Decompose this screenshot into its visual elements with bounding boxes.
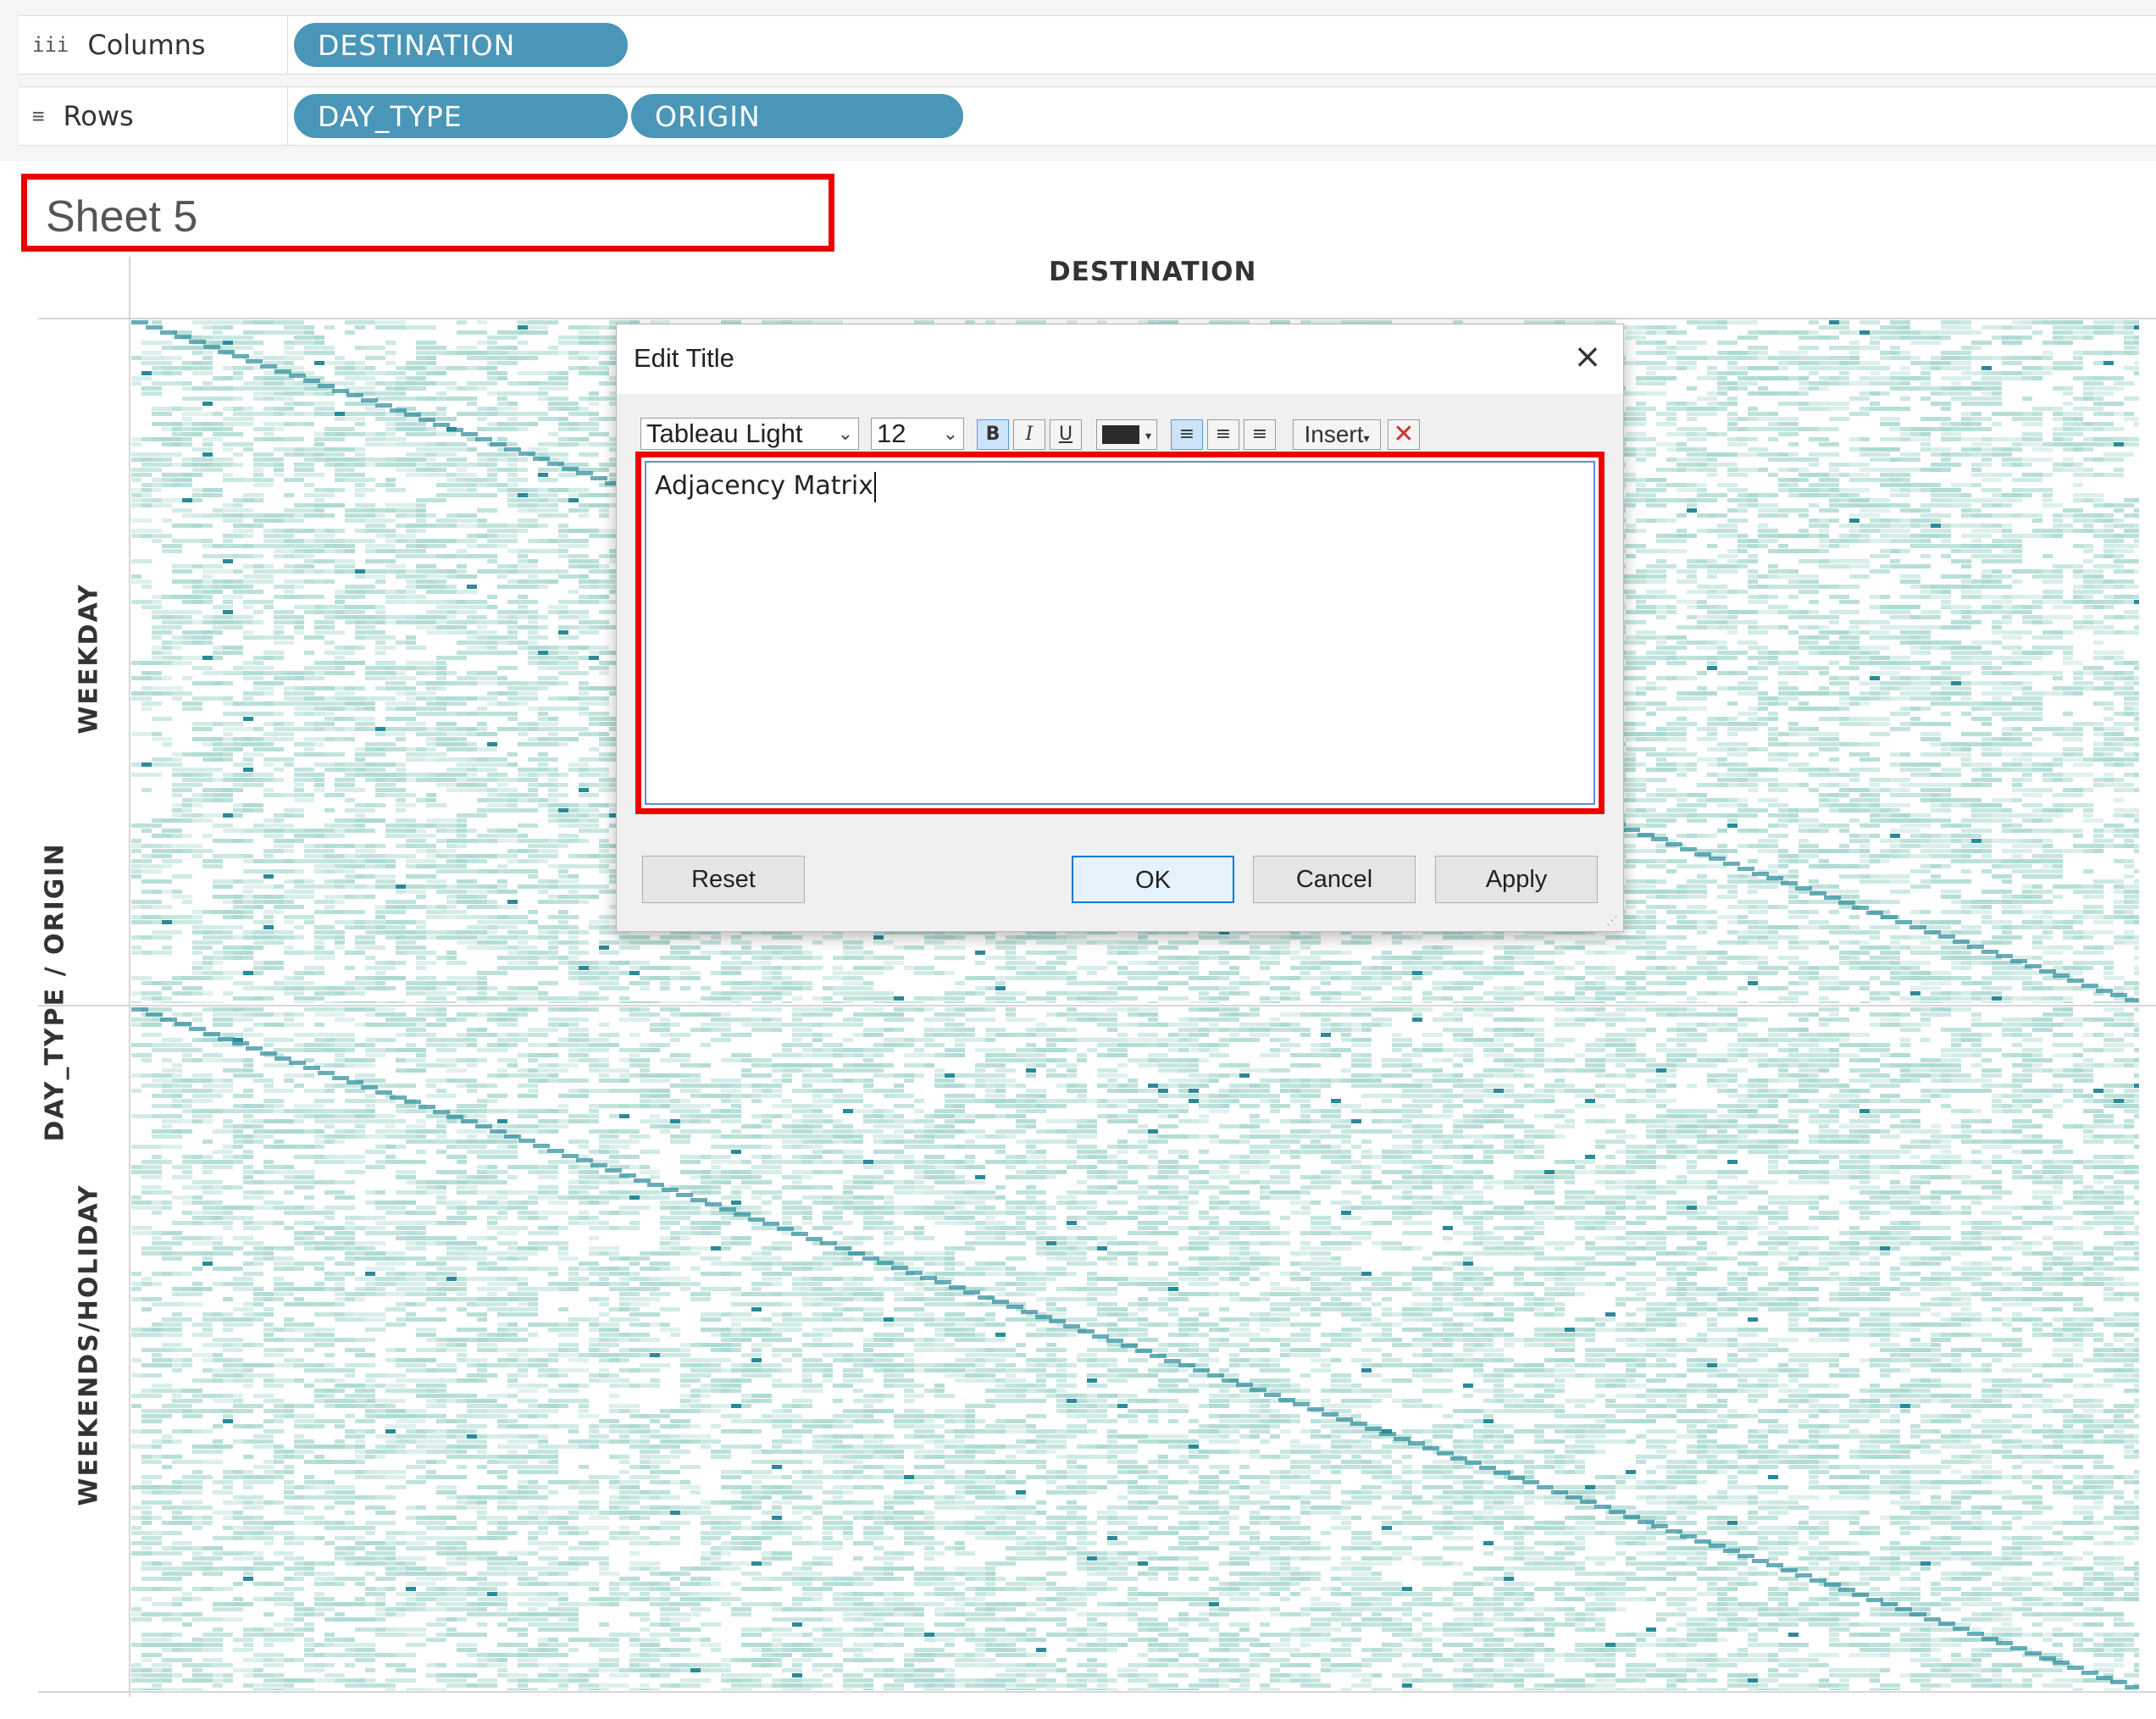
apply-button[interactable]: Apply <box>1435 856 1598 903</box>
title-text-area[interactable]: Adjacency Matrix <box>645 461 1595 805</box>
dialog-titlebar: Edit Title × <box>617 324 1623 394</box>
columns-shelf[interactable]: iii Columns DESTINATION <box>19 15 2156 75</box>
matrix-weekends-marks <box>131 1007 2139 1690</box>
matrix-bottom-border <box>38 1691 2156 1693</box>
resize-grip-icon: ⋰ <box>1606 914 1618 928</box>
dialog-title: Edit Title <box>634 343 734 373</box>
reset-button[interactable]: Reset <box>642 856 805 903</box>
reset-label: Reset <box>691 866 756 893</box>
header-divider <box>129 257 130 1697</box>
cancel-label: Cancel <box>1295 866 1373 893</box>
insert-button[interactable]: Insert▾ <box>1293 419 1381 450</box>
font-value: Tableau Light <box>646 419 803 448</box>
dropdown-arrow-icon: ▾ <box>1363 431 1370 445</box>
sheet-title: Sheet 5 <box>46 192 198 241</box>
group-divider <box>38 1005 2156 1006</box>
chevron-down-icon: ⌄ <box>837 423 853 444</box>
size-value: 12 <box>877 419 906 448</box>
chevron-down-icon: ⌄ <box>942 423 958 444</box>
underline-label: U <box>1058 424 1073 445</box>
underline-button[interactable]: U <box>1050 419 1082 450</box>
row-group-weekends-holiday: WEEKENDS/HOLIDAY <box>74 1184 104 1506</box>
pill-day-type[interactable]: DAY_TYPE <box>294 94 628 138</box>
dropdown-arrow-icon: ▾ <box>1145 430 1152 443</box>
column-header-destination: DESTINATION <box>1049 257 1257 287</box>
row-axis-label: DAY_TYPE / ORIGIN <box>40 842 70 1142</box>
rows-shelf[interactable]: ≡ Rows DAY_TYPE ORIGIN <box>19 86 2156 146</box>
rows-shelf-label: ≡ Rows <box>19 87 288 145</box>
text-caret <box>873 471 876 502</box>
italic-label: I <box>1025 424 1034 445</box>
align-center-icon[interactable]: ≡ <box>1207 419 1239 450</box>
sheet-title-box[interactable]: Sheet 5 <box>21 174 834 252</box>
row-group-weekday: WEEKDAY <box>74 583 104 735</box>
pill-destination[interactable]: DESTINATION <box>294 23 628 67</box>
bold-label: B <box>985 424 1000 445</box>
columns-icon: iii <box>32 33 69 57</box>
close-icon[interactable]: × <box>1569 338 1606 375</box>
insert-label: Insert <box>1304 421 1364 447</box>
pill-label: ORIGIN <box>655 99 761 133</box>
font-select[interactable]: Tableau Light ⌄ <box>640 418 859 450</box>
align-right-icon[interactable]: ≡ <box>1244 419 1276 450</box>
format-toolbar: Tableau Light ⌄ 12 ⌄ B I U ▾ ≡ ≡ ≡ Inser… <box>640 418 1606 452</box>
ok-label: OK <box>1135 867 1171 894</box>
columns-label: Columns <box>87 29 206 61</box>
clear-icon[interactable]: ✕ <box>1388 419 1420 450</box>
matrix-top-border <box>38 318 2156 319</box>
rows-icon: ≡ <box>32 104 45 128</box>
title-editor-highlight: Adjacency Matrix <box>635 452 1605 814</box>
pill-label: DESTINATION <box>318 28 516 62</box>
pill-label: DAY_TYPE <box>318 99 463 133</box>
title-text-value: Adjacency Matrix <box>655 471 873 501</box>
align-left-icon[interactable]: ≡ <box>1171 419 1203 450</box>
columns-shelf-label: iii Columns <box>19 16 288 74</box>
apply-label: Apply <box>1485 866 1548 893</box>
ok-button[interactable]: OK <box>1072 856 1234 903</box>
edit-title-dialog: Edit Title × Tableau Light ⌄ 12 ⌄ B I U … <box>616 324 1624 932</box>
rows-label: Rows <box>63 100 134 132</box>
cancel-button[interactable]: Cancel <box>1253 856 1416 903</box>
size-select[interactable]: 12 ⌄ <box>871 418 964 450</box>
bold-button[interactable]: B <box>977 419 1009 450</box>
matrix-weekends[interactable] <box>131 1007 2139 1690</box>
color-swatch-icon <box>1101 425 1139 444</box>
font-color-button[interactable]: ▾ <box>1096 419 1157 450</box>
italic-button[interactable]: I <box>1013 419 1045 450</box>
pill-origin[interactable]: ORIGIN <box>631 94 963 138</box>
